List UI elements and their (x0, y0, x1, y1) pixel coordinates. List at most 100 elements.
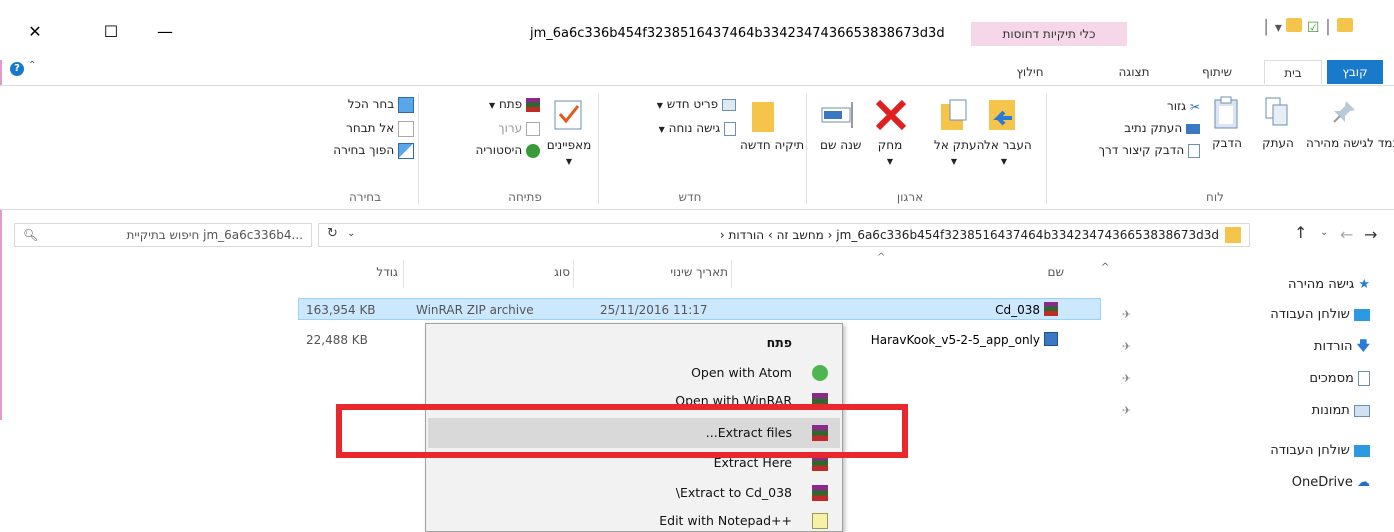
cut-label: גזור (1166, 99, 1187, 113)
minimize-button[interactable]: — (150, 18, 180, 46)
tab-share[interactable]: שיתוף (1188, 60, 1246, 84)
forward-arrow-icon[interactable]: ← (1340, 225, 1353, 244)
move-to-label: העבר אל (984, 138, 1032, 152)
new-item-label: פריט חדש (666, 97, 719, 111)
copy-to-label: העתק אל (934, 138, 985, 152)
nav-label: שולחן העבודה (1270, 307, 1350, 322)
recent-chevron-icon[interactable]: ⌄ (1320, 227, 1328, 238)
properties-icon[interactable]: ☑ (1307, 20, 1320, 36)
breadcrumb-this-pc[interactable]: מחשב זה (777, 228, 824, 242)
column-header-size[interactable]: גודל (300, 262, 398, 290)
move-to-button[interactable]: העבר אל ▼ (984, 138, 1032, 169)
group-separator (598, 94, 599, 204)
tab-extract[interactable]: חילוץ (980, 60, 1080, 84)
file-type: WinRAR ZIP archive (416, 303, 534, 317)
properties-button[interactable]: מאפיינים ▼ (540, 138, 598, 169)
copy-to-button[interactable]: העתק אל ▼ (934, 138, 984, 169)
window-edge (0, 0, 2, 420)
nav-downloads[interactable]: הורדות 🡇 (1314, 336, 1370, 358)
tab-file[interactable]: קובץ (1327, 60, 1383, 84)
pictures-icon (1354, 404, 1370, 417)
nav-label: הורדות (1313, 339, 1353, 354)
new-folder-button[interactable]: תיקיה חדשה (740, 138, 804, 153)
maximize-button[interactable]: ☐ (96, 18, 126, 46)
refresh-icon[interactable]: ↻ (327, 226, 338, 241)
rename-button[interactable]: שנה שם (820, 138, 861, 153)
new-folder-icon[interactable] (1336, 18, 1353, 32)
edit-button[interactable]: ערוך (440, 118, 540, 138)
tab-view[interactable]: תצוגה (1104, 60, 1164, 84)
copy-to-icon (938, 98, 972, 135)
pin-icon[interactable]: ✈ (1122, 404, 1131, 417)
back-arrow-icon[interactable]: → (1364, 225, 1377, 244)
help-icon[interactable]: ? (10, 62, 24, 76)
nav-pictures[interactable]: תמונות (1312, 400, 1370, 422)
contextual-tab-group: כלי תיקיות דחוסות (971, 22, 1127, 46)
history-button[interactable]: היסטוריה (440, 140, 540, 160)
paste-button[interactable]: הדבק (1208, 136, 1246, 151)
menu-item-edit-with-notepad[interactable]: Edit with Notepad++ (428, 506, 840, 532)
file-name[interactable]: HaravKook_v5-2-5_app_only (871, 330, 1040, 350)
column-separator[interactable] (403, 260, 404, 288)
select-all-label: בחר הכל (347, 97, 395, 111)
new-item-button[interactable]: ▼ פריט חדש (616, 94, 736, 114)
column-header-type[interactable]: סוג (420, 262, 570, 290)
menu-item-open[interactable]: פתח (428, 328, 840, 358)
pin-icon[interactable]: ✈ (1122, 340, 1131, 353)
pin-icon[interactable]: ✈ (1122, 372, 1131, 385)
collapse-ribbon-icon[interactable]: ⌃ (28, 60, 36, 71)
address-bar[interactable]: › מחשב זה › הורדות › jm_6a6c336b454f3238… (318, 223, 1250, 247)
close-button[interactable]: ✕ (20, 18, 50, 46)
select-all-button[interactable]: בחר הכל (320, 94, 414, 114)
search-input[interactable]: חיפוש בתיקיית jm_6a6c336b4... 🔍︎ (14, 223, 312, 247)
tab-home[interactable]: בית (1264, 60, 1322, 84)
nav-desktop-root[interactable]: שולחן העבודה (1270, 440, 1370, 462)
dropdown-icon[interactable]: │ ▾ (1262, 20, 1282, 36)
column-header-name[interactable]: שם (1024, 262, 1064, 290)
nav-quick-access[interactable]: גישה מהירה ★ (1288, 274, 1370, 296)
cut-button[interactable]: גזור ✂ (1100, 96, 1200, 116)
menu-item-extract-to[interactable]: \Extract to Cd_038 (428, 478, 840, 508)
sort-indicator-icon: ^ (877, 252, 886, 263)
column-header-date[interactable]: תאריך שינוי (600, 262, 728, 290)
quick-access-toolbar[interactable]: │ ▾ ☑ │ (1262, 18, 1353, 36)
breadcrumb-current-folder[interactable]: jm_6a6c336b454f3238516437464b33423474366… (836, 228, 1219, 242)
menu-label: \Extract to Cd_038 (675, 485, 792, 500)
notepad-icon (812, 513, 828, 529)
history-icon (526, 143, 540, 158)
up-arrow-icon[interactable]: ↑ (1294, 223, 1307, 242)
pin-icon[interactable]: ✈ (1122, 308, 1131, 321)
file-name[interactable]: Cd_038 (995, 300, 1040, 320)
group-label-select: בחירה (348, 190, 382, 204)
invert-selection-button[interactable]: הפוך בחירה (320, 140, 414, 160)
delete-label: מחק (877, 138, 903, 152)
nav-onedrive[interactable]: OneDrive ☁ (1292, 472, 1370, 494)
nav-desktop[interactable]: שולחן העבודה (1270, 304, 1370, 326)
winrar-archive-icon (1044, 302, 1058, 316)
open-button[interactable]: ▼ פתח (440, 94, 540, 114)
edit-label: ערוך (498, 121, 523, 135)
pin-quick-access-button[interactable]: הצמד לגישה מהירה (1306, 136, 1394, 151)
address-dropdown-icon[interactable]: ⌄ (347, 228, 355, 239)
menu-item-open-with-atom[interactable]: Open with Atom (428, 358, 840, 388)
easy-access-icon (724, 121, 736, 136)
breadcrumb-downloads[interactable]: הורדות (729, 228, 765, 242)
group-separator (418, 94, 419, 204)
select-all-icon (398, 96, 414, 113)
group-separator (1046, 94, 1047, 204)
column-separator[interactable] (731, 260, 732, 288)
easy-access-button[interactable]: ▼ גישה נוחה (616, 118, 736, 138)
select-none-button[interactable]: אל תבחר (320, 118, 414, 138)
chevron-down-icon: ▼ (565, 157, 573, 166)
nav-documents[interactable]: מסמכים (1309, 368, 1370, 390)
chevron-down-icon: ▼ (658, 125, 665, 134)
folder-icon[interactable] (1286, 18, 1303, 32)
scroll-up-icon[interactable]: ^ (1101, 262, 1109, 273)
copy-path-button[interactable]: העתק נתיב (1080, 118, 1200, 138)
copy-button[interactable]: העתק (1258, 136, 1298, 151)
delete-button[interactable]: מחק ▼ (870, 138, 910, 169)
column-separator[interactable] (573, 260, 574, 288)
search-icon: 🔍︎ (23, 228, 39, 242)
paste-shortcut-button[interactable]: הדבק קיצור דרך (1060, 140, 1200, 160)
folder-icon (1225, 227, 1241, 243)
